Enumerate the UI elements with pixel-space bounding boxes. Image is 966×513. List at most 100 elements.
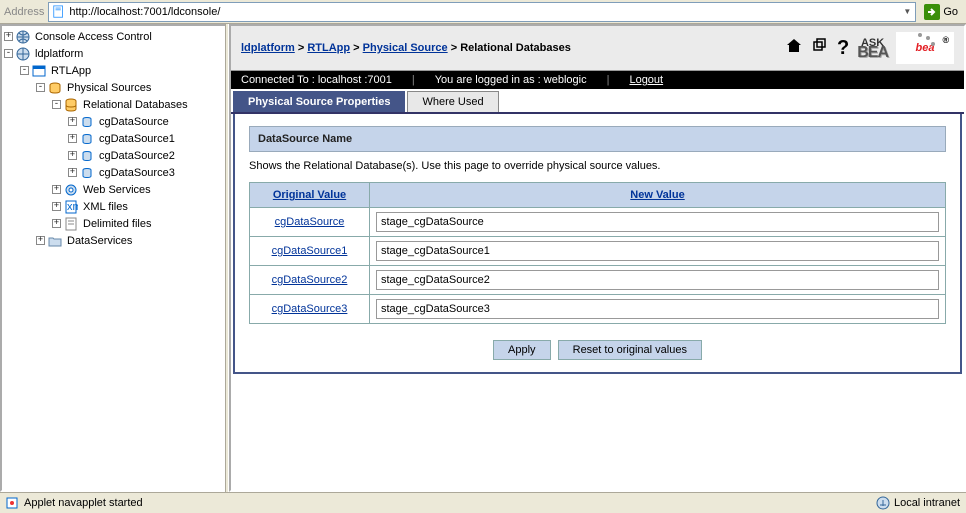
content-pane: ldplatform > RTLApp > Physical Source > …	[229, 24, 966, 492]
expand-icon[interactable]: +	[52, 202, 61, 211]
original-value-cell[interactable]: cgDataSource2	[250, 266, 370, 295]
breadcrumb-sep: >	[353, 42, 362, 54]
breadcrumb-sep: >	[451, 42, 460, 54]
globe-icon	[15, 29, 31, 45]
help-icon[interactable]: ?	[837, 37, 849, 60]
tree-item-physical-sources[interactable]: - Physical Sources	[36, 79, 225, 96]
tree-item-delimited-files[interactable]: + Delimited files	[52, 215, 225, 232]
button-row: Apply Reset to original values	[249, 340, 946, 360]
ask-bea-link[interactable]: ASKBEA	[857, 39, 888, 57]
tree-item-xml-files[interactable]: +xmlXML files	[52, 198, 225, 215]
collapse-icon[interactable]: -	[20, 66, 29, 75]
table-row: cgDataSource2	[250, 266, 946, 295]
expand-icon[interactable]: +	[36, 236, 45, 245]
table-row: cgDataSource	[250, 208, 946, 237]
tree-label: cgDataSource2	[97, 150, 177, 162]
tree-item-dataservices[interactable]: + DataServices	[36, 232, 225, 249]
tree-label: Delimited files	[81, 218, 153, 230]
address-bar: Address ▼ Go	[0, 0, 966, 24]
expand-icon[interactable]: +	[68, 134, 77, 143]
expand-icon[interactable]: +	[68, 117, 77, 126]
status-loggedin: You are logged in as : weblogic	[435, 74, 587, 86]
tree-item-datasource[interactable]: + cgDataSource	[68, 113, 225, 130]
navigation-tree[interactable]: + Console Access Control - ldplatform	[0, 24, 225, 492]
original-value-cell[interactable]: cgDataSource	[250, 208, 370, 237]
svg-text:xml: xml	[67, 201, 78, 213]
tab-where-used[interactable]: Where Used	[407, 91, 498, 112]
go-label: Go	[943, 6, 958, 18]
go-button[interactable]: Go	[920, 2, 962, 22]
tab-physical-source-properties[interactable]: Physical Source Properties	[233, 91, 405, 112]
new-value-input[interactable]	[376, 270, 939, 290]
new-value-cell	[370, 237, 946, 266]
zone-icon	[876, 496, 890, 510]
cylinder-icon	[79, 114, 95, 130]
breadcrumb-link[interactable]: RTLApp	[307, 42, 350, 54]
tree-item-datasource[interactable]: + cgDataSource2	[68, 147, 225, 164]
home-icon[interactable]	[785, 37, 803, 60]
new-value-cell	[370, 266, 946, 295]
expand-icon[interactable]: +	[68, 151, 77, 160]
reset-button[interactable]: Reset to original values	[558, 340, 702, 360]
tree-label: cgDataSource1	[97, 133, 177, 145]
tree-label: Console Access Control	[33, 31, 154, 43]
breadcrumb: ldplatform > RTLApp > Physical Source > …	[241, 42, 571, 54]
tree-item-rtlapp[interactable]: - RTLApp	[20, 62, 225, 79]
new-value-cell	[370, 208, 946, 237]
tree-item-datasource[interactable]: +cgDataSource3	[68, 164, 225, 181]
connection-status-bar: Connected To : localhost :7001 | You are…	[231, 71, 964, 89]
apply-button[interactable]: Apply	[493, 340, 551, 360]
tree-label: Physical Sources	[65, 82, 153, 94]
xml-icon: xml	[63, 199, 79, 215]
expand-icon[interactable]: +	[52, 185, 61, 194]
status-sep: |	[607, 74, 610, 86]
new-value-cell	[370, 295, 946, 324]
browser-status-bar: Applet navapplet started Local intranet	[0, 492, 966, 512]
breadcrumb-bar: ldplatform > RTLApp > Physical Source > …	[231, 26, 964, 71]
new-value-input[interactable]	[376, 212, 939, 232]
tree-label: DataServices	[65, 235, 134, 247]
expand-icon[interactable]: +	[4, 32, 13, 41]
toolbar-icons: ? ASKBEA bea®	[785, 32, 954, 64]
expand-icon[interactable]: +	[68, 168, 77, 177]
properties-panel: DataSource Name Shows the Relational Dat…	[233, 114, 962, 374]
new-value-input[interactable]	[376, 299, 939, 319]
tree-label: Relational Databases	[81, 99, 190, 111]
address-field-wrap[interactable]: ▼	[48, 2, 916, 22]
logout-link[interactable]: Logout	[629, 74, 663, 86]
address-dropdown-icon[interactable]: ▼	[901, 7, 913, 16]
tree-item-relational-db[interactable]: - Relational Databases	[52, 96, 225, 113]
datasource-table: Original Value New Value cgDataSource cg…	[249, 182, 946, 324]
address-input[interactable]	[69, 6, 899, 18]
table-row: cgDataSource1	[250, 237, 946, 266]
address-label: Address	[4, 6, 44, 18]
cylinder-icon	[79, 131, 95, 147]
col-new-value[interactable]: New Value	[370, 183, 946, 208]
breadcrumb-sep: >	[298, 42, 307, 54]
section-description: Shows the Relational Database(s). Use th…	[249, 160, 946, 172]
original-value-cell[interactable]: cgDataSource3	[250, 295, 370, 324]
collapse-icon[interactable]: -	[36, 83, 45, 92]
windows-icon[interactable]	[811, 37, 829, 60]
status-text: Applet navapplet started	[24, 497, 143, 509]
file-icon	[63, 216, 79, 232]
tree-item-ldplatform[interactable]: - ldplatform	[4, 45, 225, 62]
breadcrumb-link[interactable]: ldplatform	[241, 42, 295, 54]
collapse-icon[interactable]: -	[4, 49, 13, 58]
gear-icon	[63, 182, 79, 198]
cylinder-icon	[79, 165, 95, 181]
breadcrumb-current: Relational Databases	[460, 42, 571, 54]
col-original-value[interactable]: Original Value	[250, 183, 370, 208]
expand-icon[interactable]: +	[52, 219, 61, 228]
new-value-input[interactable]	[376, 241, 939, 261]
breadcrumb-link[interactable]: Physical Source	[363, 42, 448, 54]
app-icon	[31, 63, 47, 79]
tree-item-console-access[interactable]: + Console Access Control	[4, 28, 225, 45]
tree-item-datasource[interactable]: + cgDataSource1	[68, 130, 225, 147]
tree-label: ldplatform	[33, 48, 85, 60]
zone-text: Local intranet	[894, 497, 960, 509]
tree-item-web-services[interactable]: +Web Services	[52, 181, 225, 198]
tree-label: cgDataSource	[97, 116, 171, 128]
original-value-cell[interactable]: cgDataSource1	[250, 237, 370, 266]
collapse-icon[interactable]: -	[52, 100, 61, 109]
